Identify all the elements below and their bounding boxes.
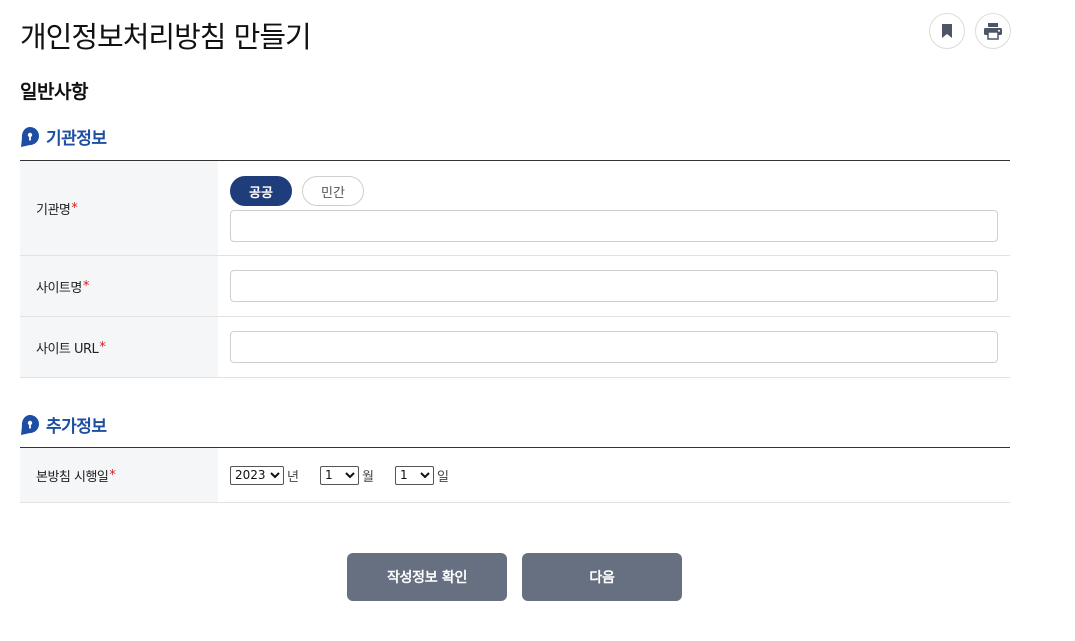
effective-date-label-text: 본방침 시행일 xyxy=(36,469,109,485)
month-unit: 월 xyxy=(361,469,374,485)
site-url-label-text: 사이트 URL xyxy=(36,341,99,357)
extra-info-title-text: 추가정보 xyxy=(46,417,107,437)
form-actions: 작성정보 확인 다음 xyxy=(347,553,682,601)
effective-date-cell: 2023 년 1 월 1 일 xyxy=(218,448,1010,502)
print-icon xyxy=(984,23,1002,40)
bookmark-icon xyxy=(942,24,952,38)
public-toggle-button[interactable]: 공공 xyxy=(230,176,292,206)
org-info-table: 기관명 * 공공 민간 사이트명 * 사이트 URL * xyxy=(20,160,1010,378)
extra-info-title: 추가정보 xyxy=(20,412,107,437)
title-actions xyxy=(929,13,1011,49)
site-name-cell xyxy=(218,256,1010,316)
date-selector: 2023 년 1 월 1 일 xyxy=(230,465,998,485)
site-url-input[interactable] xyxy=(230,331,998,363)
org-name-row: 기관명 * 공공 민간 xyxy=(20,161,1010,256)
print-button[interactable] xyxy=(975,13,1011,49)
site-url-row: 사이트 URL * xyxy=(20,317,1010,378)
page-title: 개인정보처리방침 만들기 xyxy=(20,20,312,54)
day-select[interactable]: 1 xyxy=(394,465,434,485)
org-type-toggle: 공공 민간 xyxy=(230,176,998,206)
org-info-title-text: 기관정보 xyxy=(46,129,107,149)
pin-icon xyxy=(21,126,39,147)
month-select[interactable]: 1 xyxy=(319,465,359,485)
section-heading: 일반사항 xyxy=(20,81,88,103)
bookmark-button[interactable] xyxy=(929,13,965,49)
site-name-label: 사이트명 * xyxy=(20,256,218,316)
confirm-info-button[interactable]: 작성정보 확인 xyxy=(347,553,507,601)
org-name-label-text: 기관명 xyxy=(36,202,71,218)
site-url-cell xyxy=(218,317,1010,377)
effective-date-label: 본방침 시행일 * xyxy=(20,448,218,502)
extra-info-table: 본방침 시행일 * 2023 년 1 월 1 일 xyxy=(20,447,1010,503)
site-name-label-text: 사이트명 xyxy=(36,280,82,296)
pin-icon xyxy=(21,414,39,435)
org-name-input[interactable] xyxy=(230,210,998,242)
year-select[interactable]: 2023 xyxy=(230,465,284,485)
org-name-label: 기관명 * xyxy=(20,161,218,255)
private-toggle-button[interactable]: 민간 xyxy=(302,176,364,206)
year-unit: 년 xyxy=(287,469,299,485)
org-name-cell: 공공 민간 xyxy=(218,161,1010,255)
required-mark: * xyxy=(109,467,116,483)
required-mark: * xyxy=(82,278,90,294)
required-mark: * xyxy=(71,200,78,216)
required-mark: * xyxy=(99,339,106,355)
effective-date-row: 본방침 시행일 * 2023 년 1 월 1 일 xyxy=(20,448,1010,503)
org-info-title: 기관정보 xyxy=(20,124,107,149)
site-name-row: 사이트명 * xyxy=(20,256,1010,317)
site-url-label: 사이트 URL * xyxy=(20,317,218,377)
site-name-input[interactable] xyxy=(230,270,998,302)
day-unit: 일 xyxy=(436,469,449,485)
next-button[interactable]: 다음 xyxy=(522,553,682,601)
